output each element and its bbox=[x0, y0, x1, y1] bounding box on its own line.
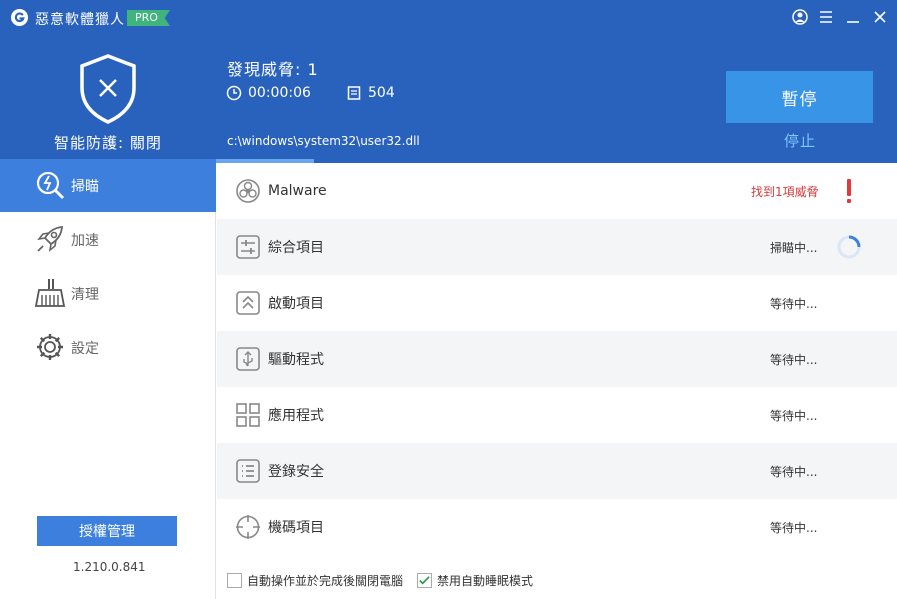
scan-row-status: 等待中... bbox=[770, 296, 818, 311]
scan-row-status: 等待中... bbox=[770, 520, 818, 535]
scan-row-label: 機碼項目 bbox=[268, 520, 324, 536]
grid-apps-icon bbox=[235, 402, 261, 428]
file-icon bbox=[347, 86, 361, 100]
close-icon[interactable] bbox=[870, 7, 890, 27]
nosleep-label: 禁用自動睡眠模式 bbox=[437, 574, 534, 588]
sidebar-item-boost[interactable]: 加速 bbox=[0, 213, 216, 266]
scan-item-list: Malware 找到1項威脅 綜合項目 掃瞄中... 啟動項目 等待中... 驅… bbox=[217, 163, 897, 555]
nosleep-option[interactable]: 禁用自動睡眠模式 bbox=[417, 572, 533, 589]
smart-protection-status[interactable]: 智能防護: 關閉 bbox=[54, 132, 162, 153]
alert-exclamation-icon bbox=[835, 177, 863, 205]
scan-row-label: 啟動項目 bbox=[268, 296, 324, 312]
sliders-icon bbox=[235, 234, 261, 260]
app-title: 惡意軟體獵人 bbox=[35, 12, 125, 28]
rocket-icon bbox=[34, 223, 66, 255]
clock-icon bbox=[226, 85, 242, 101]
current-file-path: c:\windows\system32\user32.dll bbox=[227, 134, 420, 148]
gear-icon bbox=[34, 331, 66, 363]
version-text: 1.210.0.841 bbox=[73, 560, 146, 574]
scan-row-label: 應用程式 bbox=[268, 408, 324, 424]
shutdown-option[interactable]: 自動操作並於完成後關閉電腦 bbox=[227, 572, 403, 589]
nosleep-checkbox[interactable] bbox=[417, 573, 433, 588]
elapsed-value: 00:00:06 bbox=[248, 85, 311, 101]
sidebar-item-settings[interactable]: 設定 bbox=[0, 321, 216, 374]
account-icon[interactable] bbox=[790, 7, 810, 27]
scanned-value: 504 bbox=[368, 85, 395, 101]
registry-list-icon bbox=[235, 458, 261, 484]
sidebar-item-label: 掃瞄 bbox=[71, 178, 99, 195]
scan-row-status: 等待中... bbox=[770, 464, 818, 479]
scan-row-malware: Malware 找到1項威脅 bbox=[217, 163, 897, 219]
checkmark-icon bbox=[419, 576, 430, 585]
scan-row-startup: 啟動項目 等待中... bbox=[217, 275, 897, 331]
scan-row-status: 掃瞄中... bbox=[770, 240, 818, 255]
scan-row-general: 綜合項目 掃瞄中... bbox=[217, 219, 897, 275]
scan-row-applications: 應用程式 等待中... bbox=[217, 387, 897, 443]
title-bar: 惡意軟體獵人 PRO bbox=[0, 0, 897, 34]
scanned-count: 504 bbox=[346, 85, 395, 101]
loading-spinner-icon bbox=[835, 233, 863, 261]
license-management-button[interactable]: 授權管理 bbox=[37, 516, 177, 546]
shutdown-checkbox[interactable] bbox=[227, 573, 242, 588]
broom-icon bbox=[34, 277, 66, 309]
header: 惡意軟體獵人 PRO 智能防護: 關閉 發現威脅: 1 00:00:06 504… bbox=[0, 0, 897, 162]
scan-row-label: 登錄安全 bbox=[268, 464, 324, 480]
sidebar-item-clean[interactable]: 清理 bbox=[0, 267, 216, 320]
scan-icon bbox=[34, 169, 66, 201]
scan-row-label: Malware bbox=[268, 183, 327, 199]
elapsed-time: 00:00:06 bbox=[226, 85, 311, 101]
scan-row-status[interactable]: 找到1項威脅 bbox=[751, 183, 819, 200]
startup-icon bbox=[235, 290, 261, 316]
scan-row-drivers: 驅動程式 等待中... bbox=[217, 331, 897, 387]
minimize-icon[interactable] bbox=[843, 7, 863, 27]
shield-off-icon bbox=[78, 54, 138, 124]
menu-icon[interactable] bbox=[816, 7, 836, 27]
scan-row-registry-keys: 機碼項目 等待中... bbox=[217, 499, 897, 555]
footer-options: 自動操作並於完成後關閉電腦 禁用自動睡眠模式 bbox=[227, 572, 547, 589]
sidebar-item-label: 清理 bbox=[71, 286, 99, 303]
biohazard-icon bbox=[235, 178, 261, 204]
scan-row-status: 等待中... bbox=[770, 352, 818, 367]
scan-row-registry-security: 登錄安全 等待中... bbox=[217, 443, 897, 499]
shutdown-label: 自動操作並於完成後關閉電腦 bbox=[247, 574, 404, 588]
threats-found: 發現威脅: 1 bbox=[227, 60, 319, 79]
scan-row-label: 驅動程式 bbox=[268, 352, 324, 368]
app-logo-icon bbox=[10, 8, 29, 27]
usb-driver-icon bbox=[235, 346, 261, 372]
sidebar-item-label: 加速 bbox=[71, 232, 99, 249]
scan-row-status: 等待中... bbox=[770, 408, 818, 423]
sidebar-item-scan[interactable]: 掃瞄 bbox=[0, 159, 216, 212]
pause-button[interactable]: 暫停 bbox=[726, 71, 873, 123]
crosshair-icon bbox=[235, 514, 261, 540]
sidebar-item-label: 設定 bbox=[71, 340, 99, 357]
pro-badge: PRO bbox=[127, 10, 170, 26]
scan-row-label: 綜合項目 bbox=[268, 240, 324, 256]
stop-button[interactable]: 停止 bbox=[784, 130, 816, 151]
